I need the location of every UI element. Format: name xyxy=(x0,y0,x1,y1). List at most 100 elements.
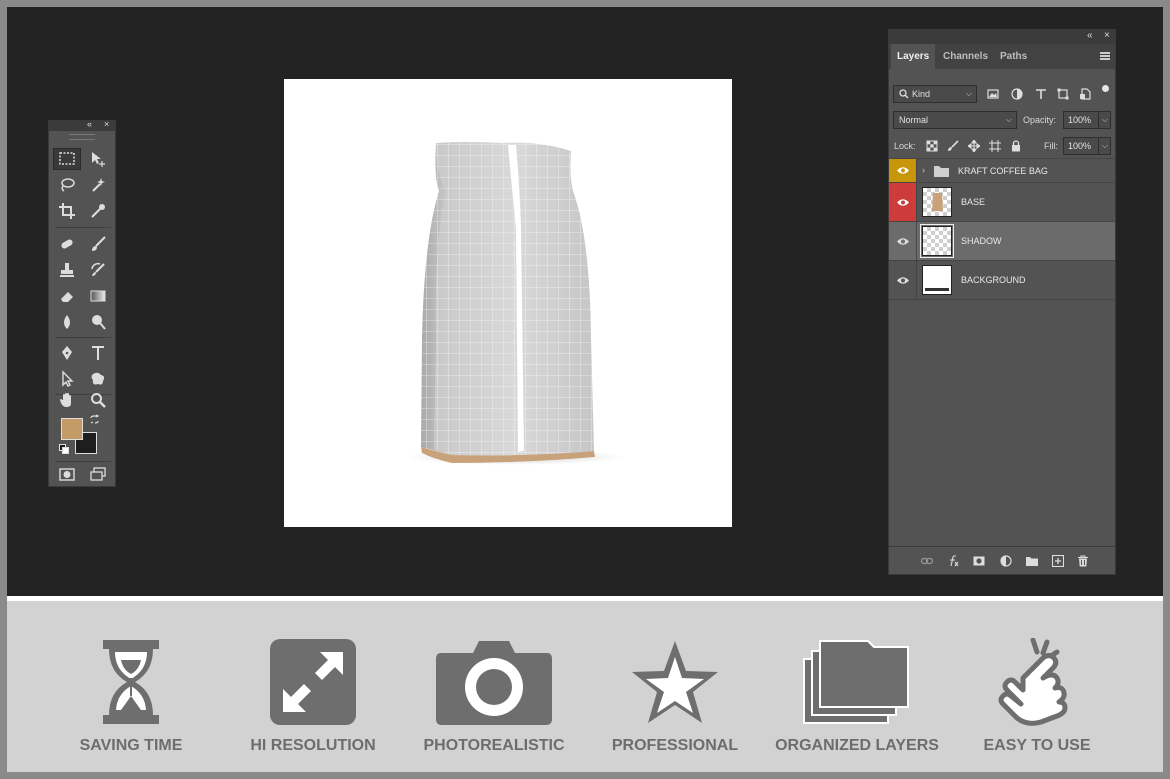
layer-effects-icon[interactable] xyxy=(946,554,960,568)
layers-bottom-bar xyxy=(889,546,1115,574)
lock-position-icon[interactable] xyxy=(967,139,981,153)
filter-row: Kind ⌵ xyxy=(889,81,1115,107)
layer-thumbnail xyxy=(922,265,952,295)
layer-shadow[interactable]: SHADOW xyxy=(889,221,1115,260)
layer-group-kraft-coffee-bag[interactable]: › KRAFT COFFEE BAG xyxy=(889,158,1115,182)
new-layer-icon[interactable] xyxy=(1051,554,1065,568)
chevron-down-icon[interactable]: ⌵ xyxy=(1097,112,1108,128)
blur-tool[interactable] xyxy=(53,311,81,333)
crop-icon xyxy=(59,203,75,219)
layer-name: BASE xyxy=(961,197,986,207)
visibility-eye-icon[interactable] xyxy=(889,159,917,182)
type-tool[interactable] xyxy=(84,342,112,364)
collapse-icon[interactable]: « xyxy=(87,119,92,129)
collapse-icon[interactable]: « xyxy=(1087,30,1093,41)
swap-colors-icon[interactable] xyxy=(89,414,100,425)
drag-handle[interactable] xyxy=(69,134,95,140)
lock-transparent-icon[interactable] xyxy=(925,139,939,153)
filter-smart-object-icon[interactable] xyxy=(1078,87,1092,101)
layer-base[interactable]: BASE xyxy=(889,182,1115,221)
clone-stamp-tool[interactable] xyxy=(53,259,81,281)
history-brush-tool[interactable] xyxy=(84,259,112,281)
document-canvas[interactable] xyxy=(284,79,732,527)
filter-toggle[interactable] xyxy=(1102,85,1109,101)
gradient-icon xyxy=(90,290,106,302)
feature-label: ORGANIZED LAYERS xyxy=(775,737,939,754)
lock-all-icon[interactable] xyxy=(1009,139,1023,153)
eyedropper-tool[interactable] xyxy=(84,200,112,222)
fill-field[interactable]: 100% ⌵ xyxy=(1063,137,1111,155)
lock-row: Lock: Fill: 100% ⌵ xyxy=(889,133,1115,159)
marquee-tool[interactable] xyxy=(53,148,81,170)
visibility-eye-icon[interactable] xyxy=(889,183,917,221)
filter-adjustment-icon[interactable] xyxy=(1010,87,1024,101)
tools-panel-titlebar[interactable]: « × xyxy=(49,119,115,131)
feature-label: EASY TO USE xyxy=(983,737,1091,754)
lock-artboard-icon[interactable] xyxy=(988,139,1002,153)
lasso-tool[interactable] xyxy=(53,174,81,196)
lasso-icon xyxy=(61,178,75,192)
new-adjustment-layer-icon[interactable] xyxy=(999,554,1013,568)
healing-brush-tool[interactable] xyxy=(53,233,81,255)
feature-saving-time: SAVING TIME xyxy=(41,601,221,772)
filter-kind-value: Kind xyxy=(912,89,931,99)
visibility-eye-icon[interactable] xyxy=(889,261,917,299)
zoom-tool[interactable] xyxy=(84,389,112,411)
tab-channels[interactable]: Channels xyxy=(937,44,994,69)
layers-panel-titlebar[interactable]: « × xyxy=(889,30,1115,44)
tab-paths[interactable]: Paths xyxy=(994,44,1033,69)
brush-tool[interactable] xyxy=(84,233,112,255)
quick-mask-icon xyxy=(59,468,75,481)
default-colors-icon[interactable] xyxy=(59,444,69,454)
foreground-color-swatch-top[interactable] xyxy=(61,418,83,440)
filter-type-icon[interactable] xyxy=(1034,87,1048,101)
tab-layers[interactable]: Layers xyxy=(891,44,936,69)
expand-icon xyxy=(270,639,356,725)
magic-wand-icon xyxy=(92,178,105,192)
close-icon[interactable]: × xyxy=(1104,30,1110,41)
photoshop-workspace: « × « × Layers Channels Paths Kind ⌵ Nor… xyxy=(7,7,1163,596)
feature-label: HI RESOLUTION xyxy=(250,737,376,754)
opacity-field[interactable]: 100% ⌵ xyxy=(1063,111,1111,129)
move-tool[interactable] xyxy=(84,148,112,170)
add-mask-icon[interactable] xyxy=(972,554,986,568)
layer-background[interactable]: BACKGROUND xyxy=(889,260,1115,299)
dodge-icon xyxy=(92,315,106,330)
path-selection-tool[interactable] xyxy=(53,368,81,390)
eraser-tool[interactable] xyxy=(53,285,81,307)
dodge-tool[interactable] xyxy=(84,311,112,333)
delete-layer-icon[interactable] xyxy=(1076,554,1090,568)
feature-hi-resolution: HI RESOLUTION xyxy=(223,601,403,772)
blend-mode-select[interactable]: Normal ⌵ xyxy=(893,111,1017,129)
chevron-right-icon[interactable]: › xyxy=(922,165,925,175)
panel-menu-icon[interactable] xyxy=(1100,52,1110,60)
screen-mode-icon xyxy=(90,467,106,481)
custom-shape-tool[interactable] xyxy=(84,368,112,390)
filter-pixel-icon[interactable] xyxy=(986,87,1000,101)
lock-image-icon[interactable] xyxy=(946,139,960,153)
layer-name: BACKGROUND xyxy=(961,275,1026,285)
screen-mode-button[interactable] xyxy=(84,463,112,485)
new-group-icon[interactable] xyxy=(1025,554,1039,568)
arrow-icon xyxy=(62,370,74,387)
visibility-eye-icon[interactable] xyxy=(889,222,917,260)
feature-label: SAVING TIME xyxy=(79,737,183,754)
quick-mask-button[interactable] xyxy=(53,463,81,485)
close-icon[interactable]: × xyxy=(104,119,109,129)
feature-photorealistic: PHOTOREALISTIC xyxy=(404,601,584,772)
folders-icon xyxy=(803,640,909,724)
filter-kind-select[interactable]: Kind ⌵ xyxy=(893,85,977,103)
layer-name: SHADOW xyxy=(961,236,1002,246)
chevron-down-icon: ⌵ xyxy=(965,89,972,98)
gradient-tool[interactable] xyxy=(84,285,112,307)
pen-tool[interactable] xyxy=(53,342,81,364)
star-icon xyxy=(632,641,718,723)
chevron-down-icon[interactable]: ⌵ xyxy=(1097,138,1108,154)
filter-shape-icon[interactable] xyxy=(1056,87,1070,101)
hand-tool[interactable] xyxy=(53,389,81,411)
tools-panel: « × xyxy=(48,119,116,487)
crop-tool[interactable] xyxy=(53,200,81,222)
magic-wand-tool[interactable] xyxy=(84,174,112,196)
link-layers-icon[interactable] xyxy=(920,554,934,568)
search-icon xyxy=(899,89,909,99)
